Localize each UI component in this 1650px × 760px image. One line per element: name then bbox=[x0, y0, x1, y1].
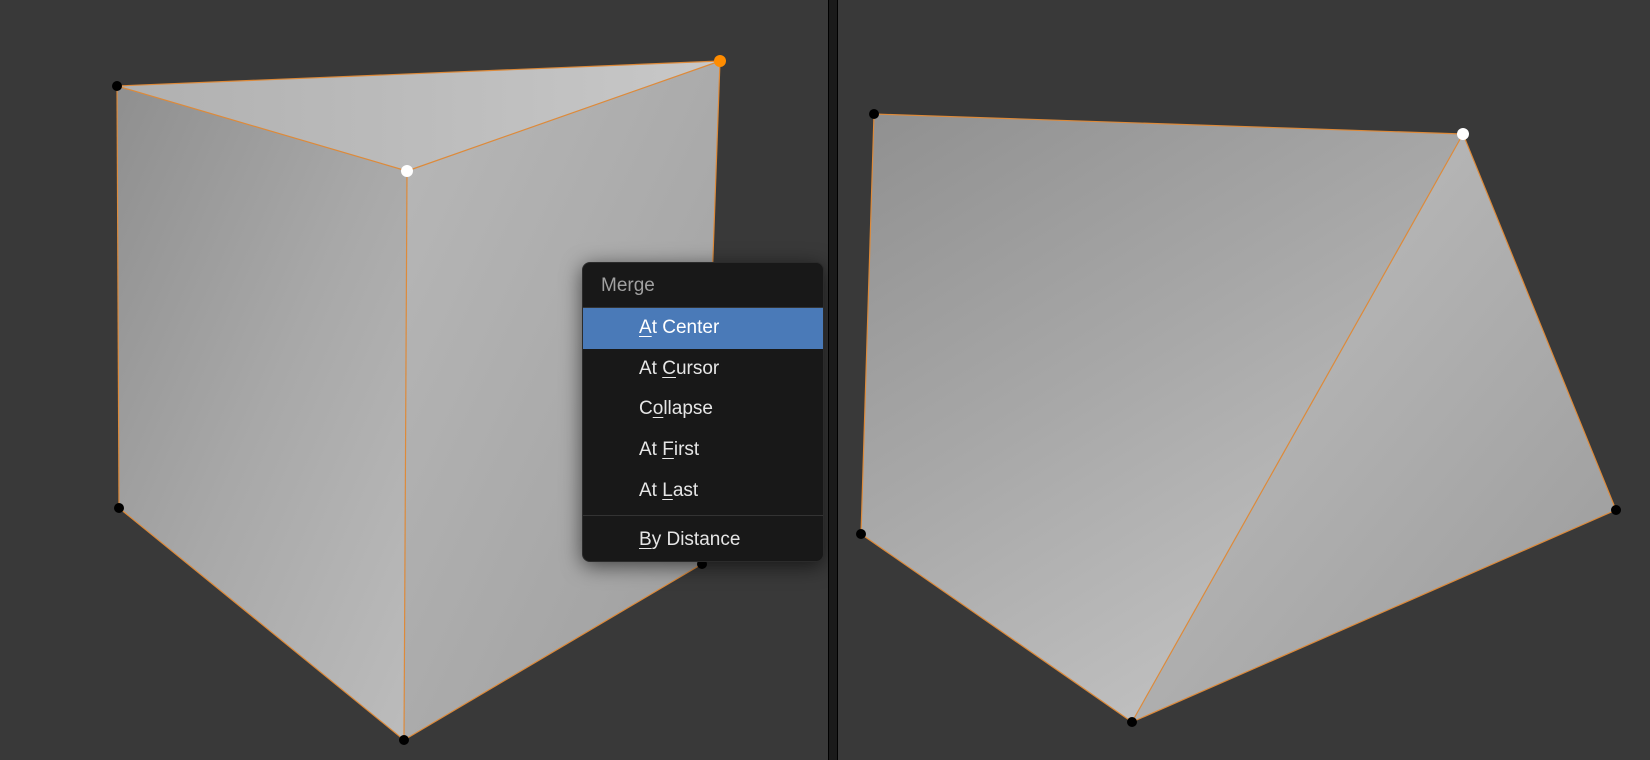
menu-mnemonic: L bbox=[662, 480, 673, 501]
menu-item-at-last[interactable]: At Last bbox=[583, 471, 823, 512]
vertex[interactable] bbox=[1127, 717, 1137, 727]
menu-item-by-distance[interactable]: By Distance bbox=[583, 520, 823, 561]
vertex[interactable] bbox=[112, 81, 122, 91]
menu-item-at-center[interactable]: At Center bbox=[583, 308, 823, 349]
viewport-divider[interactable] bbox=[828, 0, 838, 760]
face-left bbox=[117, 86, 407, 740]
menu-title: Merge bbox=[583, 263, 823, 308]
menu-mnemonic: C bbox=[662, 358, 676, 379]
vertex-active[interactable] bbox=[1457, 128, 1469, 140]
menu-text: y Distance bbox=[652, 529, 741, 550]
menu-mnemonic: A bbox=[639, 317, 652, 338]
menu-item-collapse[interactable]: Collapse bbox=[583, 389, 823, 430]
menu-mnemonic: o bbox=[653, 398, 664, 419]
menu-text: llapse bbox=[663, 398, 713, 419]
menu-text: At bbox=[639, 480, 662, 501]
menu-text: ursor bbox=[676, 358, 719, 379]
vertex[interactable] bbox=[399, 735, 409, 745]
mesh-merged-after bbox=[838, 0, 1650, 760]
vertex-active[interactable] bbox=[401, 165, 413, 177]
menu-mnemonic: F bbox=[662, 439, 674, 460]
menu-separator bbox=[583, 515, 823, 516]
menu-text: C bbox=[639, 398, 653, 419]
menu-text: irst bbox=[674, 439, 699, 460]
vertex[interactable] bbox=[1611, 505, 1621, 515]
menu-text: At bbox=[639, 439, 662, 460]
menu-item-at-first[interactable]: At First bbox=[583, 430, 823, 471]
menu-item-at-cursor[interactable]: At Cursor bbox=[583, 349, 823, 390]
menu-text: t Center bbox=[652, 317, 720, 338]
menu-text: At bbox=[639, 358, 662, 379]
viewport-right[interactable] bbox=[838, 0, 1650, 760]
vertex[interactable] bbox=[114, 503, 124, 513]
merge-context-menu: Merge At Center At Cursor Collapse At Fi… bbox=[582, 262, 824, 562]
menu-text: ast bbox=[673, 480, 698, 501]
viewport-left[interactable]: Merge At Center At Cursor Collapse At Fi… bbox=[0, 0, 828, 760]
vertex[interactable] bbox=[869, 109, 879, 119]
vertex[interactable] bbox=[856, 529, 866, 539]
menu-mnemonic: B bbox=[639, 529, 652, 550]
vertex-selected[interactable] bbox=[714, 55, 726, 67]
